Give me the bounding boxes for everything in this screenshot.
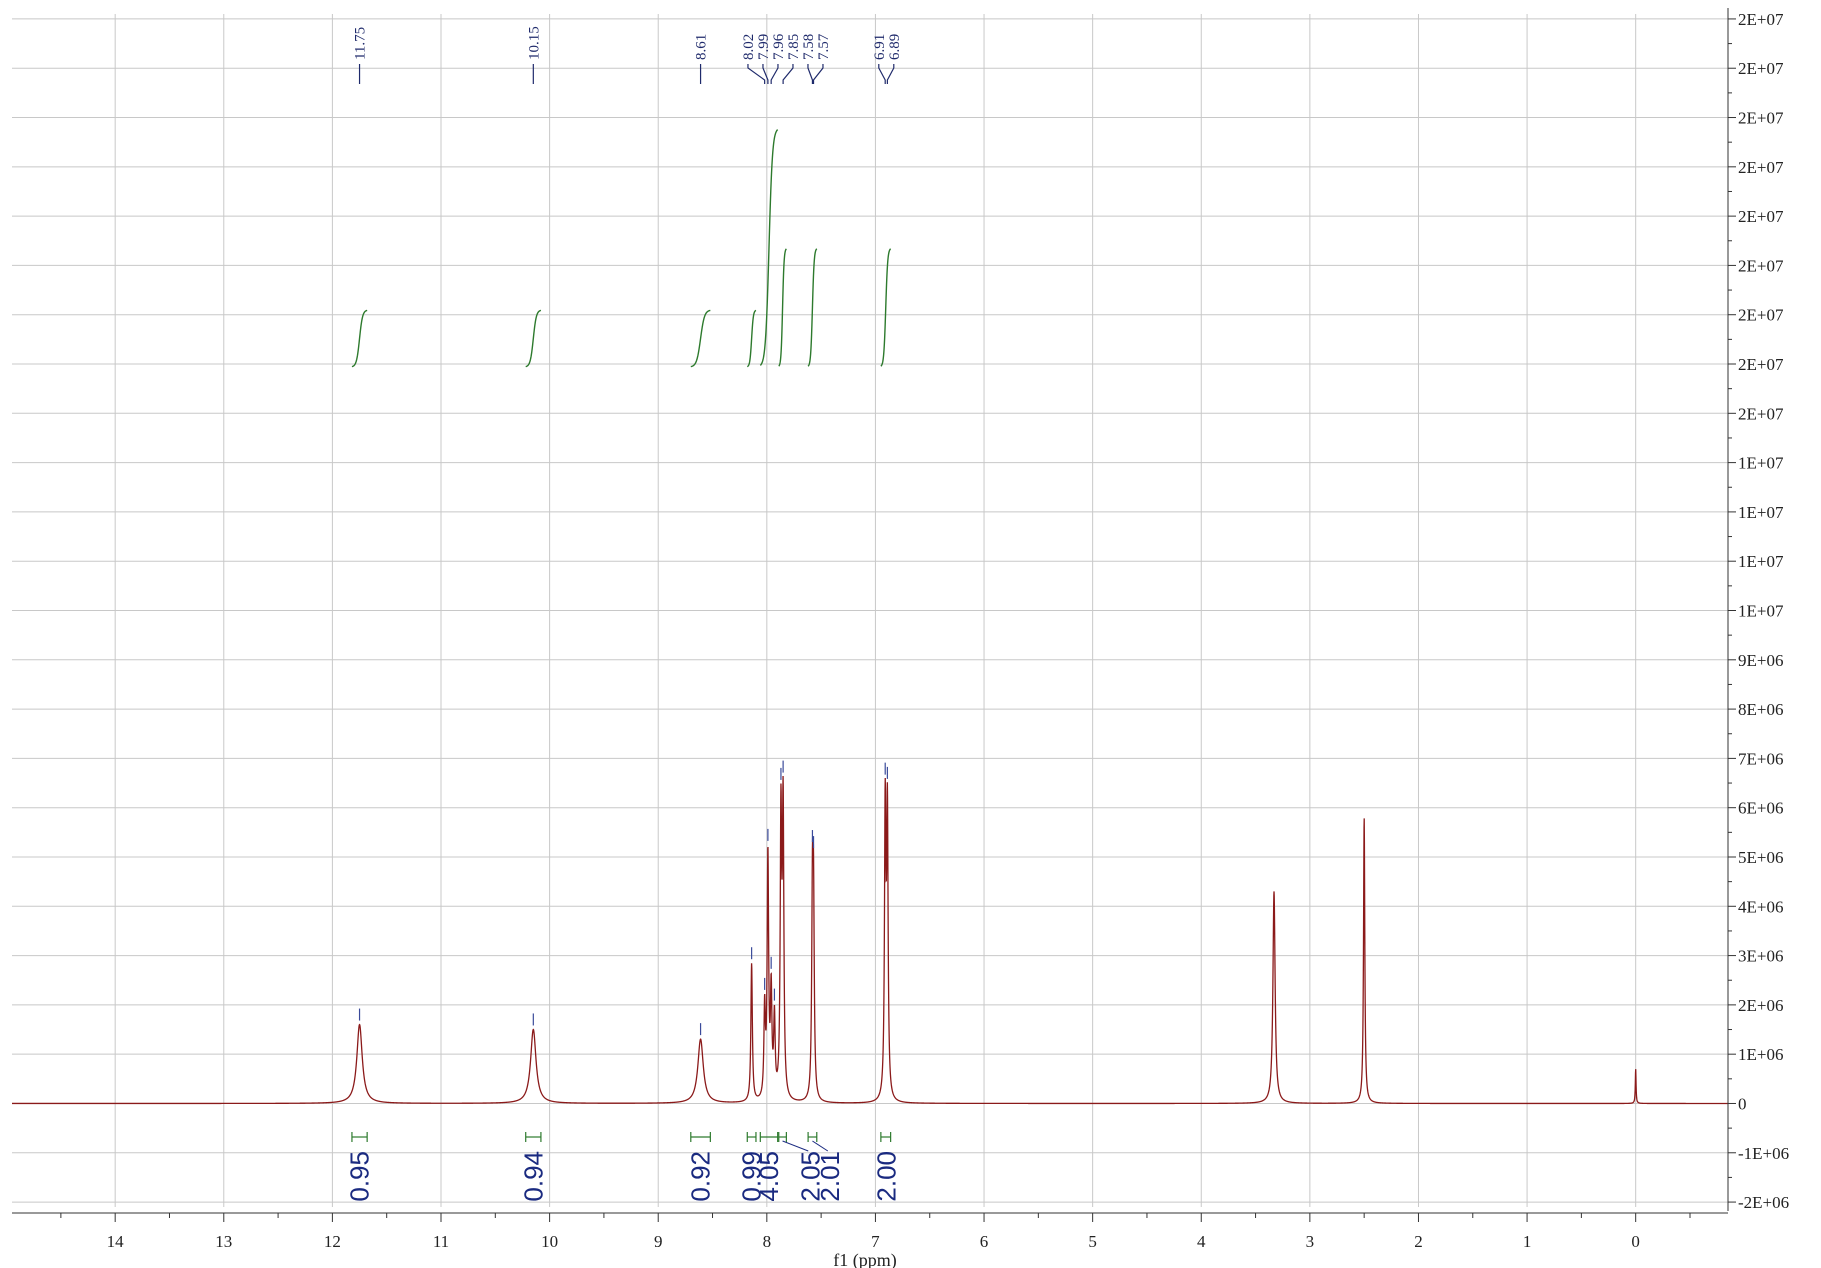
peak-label: 8.02 [741, 34, 757, 60]
x-tick-label: 13 [215, 1232, 232, 1251]
integral-value: 0.92 [686, 1151, 716, 1202]
y-tick-label: 2E+07 [1738, 158, 1784, 177]
x-tick-label: 5 [1088, 1232, 1097, 1251]
peak-label: 6.89 [887, 34, 903, 60]
peak-label: 6.91 [872, 34, 888, 60]
x-tick-label: 7 [871, 1232, 880, 1251]
x-axis-label: f1 (ppm) [833, 1250, 896, 1268]
peak-label: 7.99 [756, 34, 772, 60]
y-tick-label: -1E+06 [1738, 1144, 1789, 1163]
x-tick-label: 2 [1414, 1232, 1423, 1251]
y-tick-label: 8E+06 [1738, 700, 1783, 719]
peak-label: 8.61 [694, 34, 710, 60]
integral-value: 0.95 [345, 1151, 375, 1202]
y-tick-label: 1E+06 [1738, 1045, 1783, 1064]
y-tick-label: 3E+06 [1738, 947, 1783, 966]
y-tick-label: 4E+06 [1738, 897, 1783, 916]
x-tick-label: 9 [654, 1232, 663, 1251]
y-tick-label: 2E+07 [1738, 207, 1784, 226]
peak-label: 11.75 [353, 27, 369, 60]
integral-value: 4.05 [754, 1151, 784, 1202]
x-tick-label: 14 [107, 1232, 125, 1251]
y-tick-label: 2E+07 [1738, 59, 1784, 78]
peak-label: 7.85 [786, 34, 802, 60]
y-tick-label: 2E+07 [1738, 256, 1784, 275]
x-tick-label: 1 [1523, 1232, 1532, 1251]
y-tick-label: 2E+07 [1738, 109, 1784, 128]
x-tick-label: 12 [324, 1232, 341, 1251]
y-tick-label: 1E+07 [1738, 503, 1784, 522]
x-tick-label: 0 [1631, 1232, 1640, 1251]
peak-label: 10.15 [526, 26, 542, 60]
y-tick-label: 1E+07 [1738, 602, 1784, 621]
y-tick-label: 2E+07 [1738, 306, 1784, 325]
x-tick-label: 11 [433, 1232, 449, 1251]
nmr-spectrum-chart: 11.75 10.15 8.61 8.027.99 7.967.85 7.58 7.57 6.… [0, 0, 1821, 1268]
y-tick-label: 2E+06 [1738, 996, 1783, 1015]
y-tick-label: 5E+06 [1738, 848, 1783, 867]
x-tick-label: 4 [1197, 1232, 1206, 1251]
y-tick-label: 2E+07 [1738, 404, 1784, 423]
y-tick-label: 2E+07 [1738, 10, 1784, 29]
y-tick-label: 1E+07 [1738, 454, 1784, 473]
integral-value: 2.00 [871, 1151, 901, 1202]
peak-label: 7.58 [801, 34, 817, 60]
y-tick-label: 7E+06 [1738, 749, 1783, 768]
chart-background [0, 0, 1821, 1268]
peak-label: 7.57 [816, 33, 832, 60]
y-tick-label: 0 [1738, 1094, 1747, 1113]
y-tick-label: -2E+06 [1738, 1193, 1789, 1212]
y-tick-label: 1E+07 [1738, 552, 1784, 571]
y-tick-label: 2E+07 [1738, 355, 1784, 374]
x-tick-label: 3 [1306, 1232, 1315, 1251]
integral-value: 2.01 [815, 1151, 845, 1202]
integral-value: 0.94 [518, 1151, 548, 1202]
y-tick-label: 9E+06 [1738, 651, 1783, 670]
y-tick-label: 6E+06 [1738, 799, 1783, 818]
x-tick-label: 8 [763, 1232, 772, 1251]
x-tick-label: 6 [980, 1232, 989, 1251]
peak-label: 7.96 [771, 33, 787, 60]
x-tick-label: 10 [541, 1232, 558, 1251]
